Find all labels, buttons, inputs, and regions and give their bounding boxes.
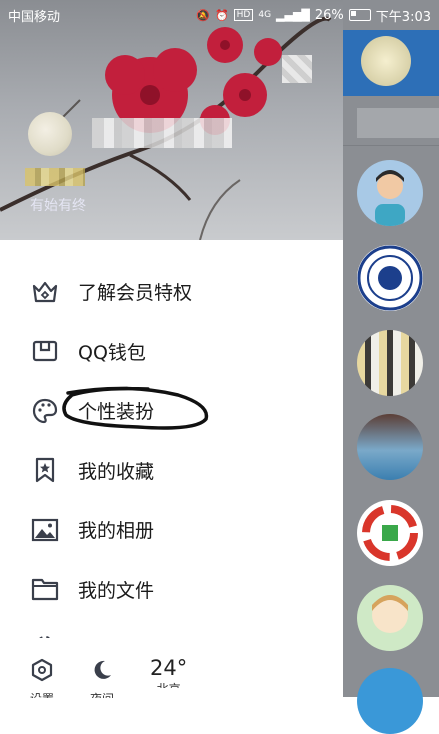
drawer-bottom-bar: 设置 夜间 24° 北京	[0, 648, 343, 698]
contact-avatar[interactable]	[357, 500, 423, 566]
contact-avatar[interactable]	[357, 414, 423, 480]
menu-item-favorites[interactable]: 我的收藏	[0, 441, 343, 501]
menu-label: 我的收藏	[78, 460, 155, 483]
carrier-label: 中国移动	[8, 9, 61, 25]
user-signature[interactable]: 有始有终	[30, 195, 86, 215]
menu-label: 我的相册	[78, 520, 155, 543]
side-drawer: 有始有终 了解会员特权 QQ钱包 个性装扮 我的收藏 我的相册 我的文件 24°	[0, 0, 343, 698]
temperature: 24°	[150, 656, 188, 680]
status-icons: 🔕 ⏰ HD 4G ▂▄▆█ 26% 下午3:03	[196, 6, 431, 25]
weather-button[interactable]: 24° 北京	[150, 656, 187, 688]
menu-item-vip[interactable]: 了解会员特权	[0, 262, 343, 322]
search-bar[interactable]	[357, 108, 439, 138]
hd-badge: HD	[233, 9, 254, 21]
menu-item-album[interactable]: 我的相册	[0, 500, 343, 560]
pixelated-region	[282, 55, 312, 83]
menu-label: 了解会员特权	[78, 282, 193, 305]
battery-icon	[348, 9, 371, 21]
main-header	[343, 30, 439, 96]
user-avatar[interactable]	[28, 112, 72, 156]
user-nickname-blurred[interactable]	[92, 118, 232, 148]
photo-album-icon	[30, 515, 60, 545]
clock: 下午3:03	[375, 9, 431, 25]
settings-button[interactable]: 设置	[30, 658, 54, 698]
moon-icon	[90, 658, 114, 686]
network-type: 4G	[258, 10, 272, 20]
menu-item-files[interactable]: 我的文件	[0, 560, 343, 620]
hand-drawn-highlight	[62, 386, 209, 430]
main-screen-dimmed[interactable]	[343, 0, 439, 734]
status-bar: 中国移动 🔕 ⏰ HD 4G ▂▄▆█ 26% 下午3:03	[0, 0, 439, 30]
mute-icon: 🔕	[196, 8, 210, 22]
palette-icon	[30, 396, 60, 426]
bookmark-star-icon	[30, 455, 60, 485]
night-mode-button[interactable]: 夜间	[90, 658, 114, 698]
my-avatar[interactable]	[361, 36, 411, 86]
menu-label: 我的文件	[78, 579, 155, 602]
wallet-icon	[30, 336, 60, 366]
crown-icon	[30, 277, 60, 307]
city-label: 北京	[157, 680, 181, 688]
signal-icon: ▂▄▆█	[276, 8, 310, 22]
folder-icon	[30, 574, 60, 604]
contact-avatar[interactable]	[357, 668, 423, 734]
contact-avatar[interactable]	[357, 585, 423, 651]
battery-percent: 26%	[314, 7, 344, 23]
menu-item-wallet[interactable]: QQ钱包	[0, 322, 343, 382]
drawer-menu: 了解会员特权 QQ钱包 个性装扮 我的收藏 我的相册 我的文件	[0, 262, 343, 619]
contact-avatar[interactable]	[357, 330, 423, 396]
settings-icon	[30, 658, 54, 686]
profile-cover-photo[interactable]: 有始有终	[0, 0, 343, 240]
vip-level-blurred	[25, 168, 85, 186]
divider	[343, 145, 439, 146]
menu-label: QQ钱包	[78, 341, 146, 364]
contact-avatar[interactable]	[357, 245, 423, 311]
contact-avatar[interactable]	[357, 160, 423, 226]
next-menu-item-partial	[32, 630, 58, 638]
alarm-icon: ⏰	[214, 8, 229, 22]
